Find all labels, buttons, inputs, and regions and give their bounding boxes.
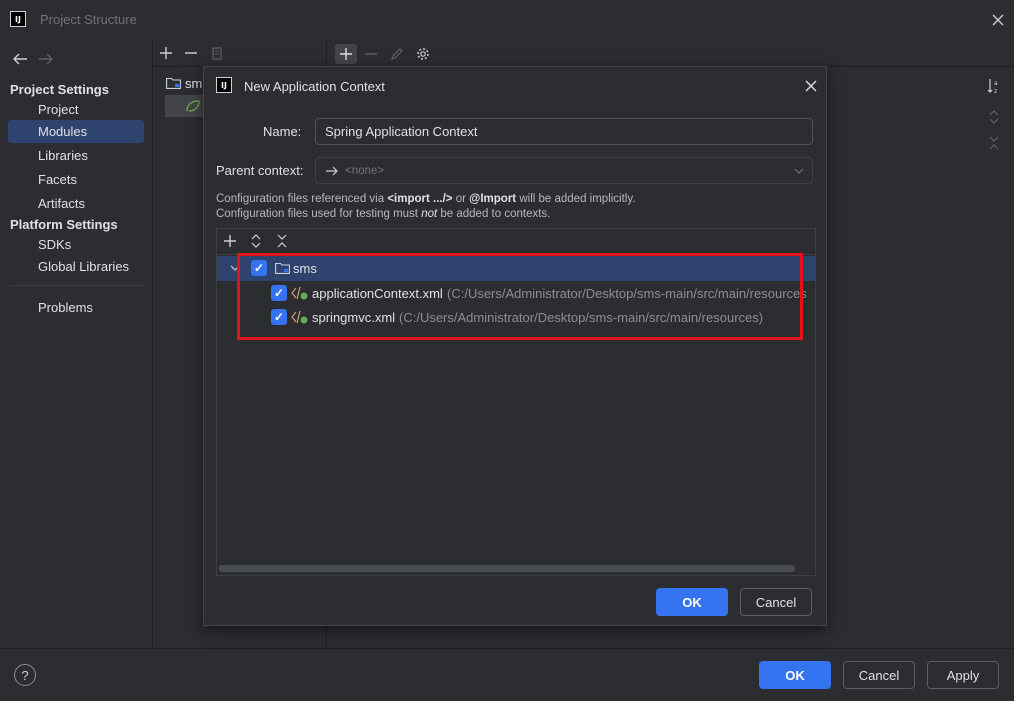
back-arrow-icon[interactable] xyxy=(10,50,30,68)
intellij-logo-icon: IJ xyxy=(216,77,232,93)
window-titlebar: IJ Project Structure xyxy=(0,0,1014,40)
add-context-icon[interactable] xyxy=(335,44,357,64)
ok-button[interactable]: OK xyxy=(759,661,831,689)
highlight-annotation xyxy=(237,253,803,340)
expand-all-icon xyxy=(984,107,1004,127)
module-label: sm xyxy=(185,75,203,91)
note-text: Configuration files used for testing mus… xyxy=(216,208,422,220)
window-title: Project Structure xyxy=(40,12,137,27)
dialog-title: New Application Context xyxy=(244,79,385,94)
sidebar-item-label: SDKs xyxy=(38,237,72,252)
dialog-ok-button[interactable]: OK xyxy=(656,588,728,616)
note-text: Configuration files referenced via xyxy=(216,193,388,205)
note-code: @Import xyxy=(469,193,517,205)
window-close-icon[interactable] xyxy=(988,10,1008,30)
new-application-context-dialog: IJ New Application Context Name: Spring … xyxy=(203,66,827,626)
settings-sidebar: Project Settings Project Modules Librari… xyxy=(0,40,153,648)
cancel-button[interactable]: Cancel xyxy=(843,661,915,689)
name-label: Name: xyxy=(263,124,302,139)
remove-context-icon xyxy=(362,44,380,64)
arrow-right-icon xyxy=(325,164,339,178)
note-text: or xyxy=(452,193,470,205)
sidebar-item-modules[interactable]: Modules xyxy=(8,120,144,143)
spring-leaf-icon xyxy=(185,98,201,114)
sidebar-item-project[interactable]: Project xyxy=(8,98,144,121)
forward-arrow-icon xyxy=(36,50,56,68)
tree-toolbar xyxy=(217,229,815,255)
sidebar-item-label: Modules xyxy=(38,124,88,139)
add-icon[interactable] xyxy=(157,44,175,62)
apply-button[interactable]: Apply xyxy=(927,661,999,689)
parent-context-label: Parent context: xyxy=(216,163,304,178)
sidebar-divider xyxy=(10,285,144,286)
sidebar-item-label: Project xyxy=(38,102,79,117)
sidebar-item-problems[interactable]: Problems xyxy=(8,296,144,319)
svg-text:a: a xyxy=(994,80,998,87)
chevron-down-icon xyxy=(792,164,806,178)
sidebar-item-global-libraries[interactable]: Global Libraries xyxy=(8,255,144,278)
edit-pencil-icon xyxy=(388,44,406,64)
add-file-icon[interactable] xyxy=(221,232,239,250)
sidebar-item-label: Global Libraries xyxy=(38,259,130,274)
note-text: be added to contexts. xyxy=(437,208,551,220)
sidebar-item-label: Problems xyxy=(38,300,93,315)
sidebar-item-artifacts[interactable]: Artifacts xyxy=(8,192,144,215)
sidebar-item-facets[interactable]: Facets xyxy=(8,168,144,191)
expand-all-icon[interactable] xyxy=(247,232,265,250)
sidebar-item-label: Artifacts xyxy=(38,196,85,211)
dialog-cancel-button[interactable]: Cancel xyxy=(740,588,812,616)
remove-icon[interactable] xyxy=(182,44,200,62)
sidebar-item-label: Facets xyxy=(38,172,78,187)
intellij-logo-icon: IJ xyxy=(10,11,26,27)
info-note-line2: Configuration files used for testing mus… xyxy=(216,208,550,220)
note-text: will be added implicitly. xyxy=(516,193,636,205)
dialog-close-icon[interactable] xyxy=(802,77,820,95)
platform-settings-header: Platform Settings xyxy=(10,217,118,232)
sidebar-item-libraries[interactable]: Libraries xyxy=(8,144,144,167)
settings-gear-icon[interactable] xyxy=(414,44,432,64)
project-settings-header: Project Settings xyxy=(10,82,109,97)
note-emphasis: not xyxy=(421,208,438,220)
horizontal-scrollbar[interactable] xyxy=(219,565,795,572)
parent-context-select[interactable]: <none> xyxy=(315,157,813,184)
svg-text:z: z xyxy=(994,88,997,94)
name-input[interactable]: Spring Application Context xyxy=(315,118,813,145)
sort-alpha-icon[interactable]: az xyxy=(984,76,1004,96)
sidebar-item-sdks[interactable]: SDKs xyxy=(8,233,144,256)
help-icon[interactable]: ? xyxy=(14,664,36,686)
sidebar-item-label: Libraries xyxy=(38,148,88,163)
note-code: <import .../> xyxy=(387,193,453,205)
info-note-line1: Configuration files referenced via <impo… xyxy=(216,193,635,205)
module-folder-icon xyxy=(165,76,181,90)
copy-icon xyxy=(208,44,226,62)
collapse-all-icon[interactable] xyxy=(273,232,291,250)
parent-context-value: <none> xyxy=(345,164,385,177)
collapse-all-icon xyxy=(984,133,1004,153)
